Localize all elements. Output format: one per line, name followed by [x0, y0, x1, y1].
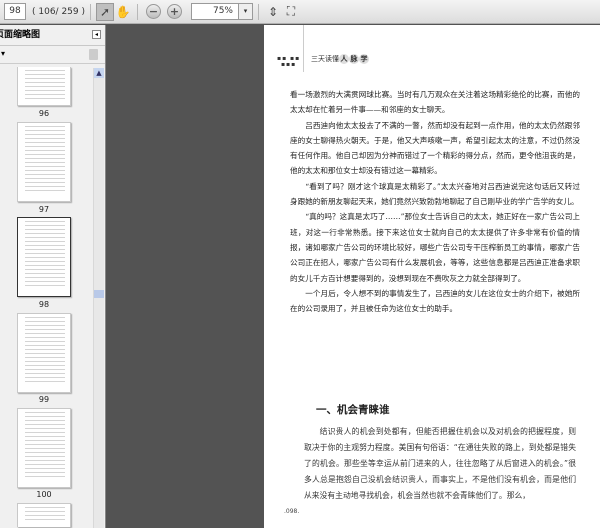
thumbnail-page[interactable]: [17, 67, 71, 106]
thumbnail-label: 100: [36, 490, 52, 499]
badge: 人: [339, 54, 349, 64]
thumbnails-panel: 页面缩略图 ◂ ▾ 96 97 98 99 100 ▲: [0, 25, 106, 528]
paragraph: 结识贵人的机会到处都有，但能否把握住机会以及对机会的把握程度，则取决于你的主观努…: [304, 427, 576, 500]
options-dropdown[interactable]: ▾: [1, 49, 5, 58]
panel-scrollbar[interactable]: ▲: [93, 68, 104, 528]
paragraph: 一个月后，令人想不到的事情发生了，吕西迪的女儿在这位女士的介绍下，被她所在的公司…: [290, 288, 580, 314]
paragraph: 看一场激烈的大满贯网球比赛。当时有几万观众在关注着这场精彩绝伦的比赛，而他的太太…: [290, 90, 580, 115]
badge: 脉: [349, 54, 359, 64]
header-rule: [303, 25, 304, 72]
body-text: 看一场激烈的大满贯网球比赛。当时有几万观众在关注着这场精彩绝伦的比赛，而他的太太…: [290, 87, 580, 316]
page-number: .098.: [284, 508, 300, 515]
zoom-out-icon[interactable]: −: [146, 4, 161, 19]
fit-width-icon[interactable]: ⇕: [264, 3, 282, 21]
panel-title-text: 页面缩略图: [0, 30, 41, 40]
section-body: 结识贵人的机会到处都有，但能否把握住机会以及对机会的把握程度，则取决于你的主观努…: [304, 424, 576, 504]
badge: 学: [359, 54, 369, 64]
paragraph: 吕西迪向他太太投去了不满的一瞥，然而却没有起到一点作用，他的太太仍然跟邻座的女士…: [290, 120, 580, 176]
scroll-up-icon[interactable]: ▲: [94, 68, 104, 78]
thumbnail-page[interactable]: [17, 408, 71, 488]
toolbar-divider: [137, 3, 138, 20]
collapse-panel-button[interactable]: ◂: [92, 30, 101, 39]
thumbnail-page[interactable]: [17, 313, 71, 393]
paragraph: “真的吗？这真是太巧了……”那位女士告诉自己的太太，她正好在一家广告公司上班，对…: [290, 212, 580, 283]
page-number-input[interactable]: 98: [4, 3, 26, 20]
header-ornament: ▪▪ ▪▪ ▪▪▪: [277, 55, 301, 68]
toolbar: 98 ( 106/ 259 ) ➚ ✋ − + 75% ▾ ⇕ ⛶: [0, 0, 600, 24]
zoom-dropdown[interactable]: ▾: [239, 3, 253, 20]
section-heading: 一、机会青睐谁: [316, 404, 390, 416]
thumbnail-label: 99: [38, 395, 50, 404]
page-count: ( 106/ 259 ): [32, 6, 85, 17]
select-tool-icon[interactable]: ➚: [96, 2, 114, 21]
toolbar-divider: [258, 3, 259, 20]
toolbar-divider: [90, 3, 91, 20]
document-page: ▪▪ ▪▪ ▪▪▪ 三天读懂人脉学 看一场激烈的大满贯网球比赛。当时有几万观众在…: [264, 25, 600, 528]
running-head: 三天读懂人脉学: [311, 54, 369, 64]
thumbnail-list: 96 97 98 99 100: [0, 67, 92, 528]
thumbnail-page[interactable]: [17, 122, 71, 202]
thumbnail-page[interactable]: [17, 503, 71, 527]
scrollbar-thumb[interactable]: [94, 290, 104, 298]
panel-options: ▾: [0, 46, 105, 64]
running-head-text: 三天读懂: [311, 55, 339, 63]
thumbnail-label: 97: [38, 205, 50, 214]
thumbnail-label: 98: [38, 300, 50, 309]
zoom-level-input[interactable]: 75%: [191, 3, 239, 20]
thumbnail-page-current[interactable]: [17, 217, 71, 297]
panel-title: 页面缩略图 ◂: [0, 25, 105, 46]
zoom-in-icon[interactable]: +: [167, 4, 182, 19]
trash-icon[interactable]: [89, 49, 98, 60]
paragraph: “看到了吗？刚才这个球真是太精彩了。”太太兴奋地对吕西迪说完这句话后又转过身跟她…: [290, 181, 580, 207]
fit-page-icon[interactable]: ⛶: [282, 3, 300, 21]
thumbnail-label: 96: [38, 109, 50, 118]
hand-tool-icon[interactable]: ✋: [114, 3, 132, 21]
